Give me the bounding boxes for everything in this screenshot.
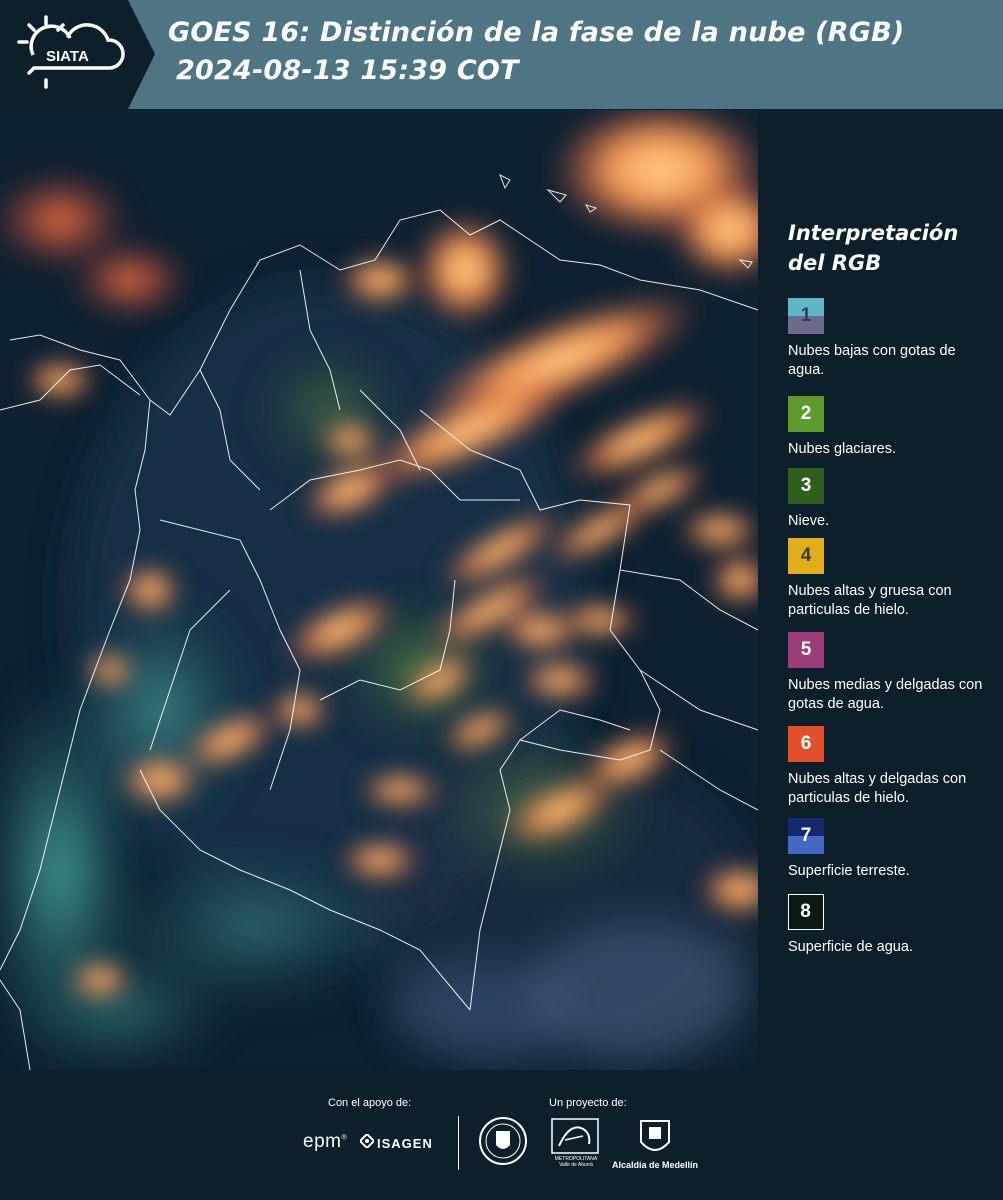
legend-title-line2: del RGB	[788, 251, 882, 275]
isagen-logo: ISAGEN	[358, 1132, 433, 1151]
legend-swatch-7: 7	[788, 818, 824, 854]
legend-label-6: Nubes altas y delgadas con particulas de…	[788, 771, 967, 806]
footer-divider	[458, 1116, 459, 1170]
legend-swatch-6: 6	[788, 726, 824, 762]
legend-label-2: Nubes glaciares.	[788, 441, 896, 457]
legend-label-3: Nieve.	[788, 513, 830, 529]
legend-item-4: 4 Nubes altas y gruesa con particulas de…	[788, 538, 988, 620]
legend-item-2: 2 Nubes glaciares.	[788, 396, 988, 459]
legend-title: Interpretación del RGB	[788, 218, 958, 278]
isagen-mark-icon	[358, 1132, 376, 1151]
legend-swatch-8: 8	[788, 894, 824, 930]
legend-swatch-4: 4	[788, 538, 824, 574]
legend-number-3: 3	[800, 475, 812, 496]
legend-number-4: 4	[800, 545, 812, 566]
legend-label-4: Nubes altas y gruesa con particulas de h…	[788, 583, 952, 618]
legend-item-8: 8 Superficie de agua.	[788, 894, 988, 957]
title-block: GOES 16: Distinción de la fase de la nub…	[168, 14, 904, 90]
siata-logo-text: SIATA	[46, 48, 89, 65]
legend-title-line1: Interpretación	[788, 221, 959, 245]
legend-item-6: 6 Nubes altas y delgadas con particulas …	[788, 726, 988, 808]
header-banner: SIATA GOES 16: Distinción de la fase de …	[0, 0, 1003, 109]
legend-number-1: 1	[800, 305, 812, 326]
legend-item-5: 5 Nubes medias y delgadas con gotas de a…	[788, 632, 988, 714]
project-label: Un proyecto de:	[549, 1097, 627, 1109]
legend-item-1: 1 Nubes bajas con gotas de agua.	[788, 298, 988, 380]
legend-number-8: 8	[800, 901, 811, 922]
legend-swatch-3: 3	[788, 468, 824, 504]
area-metropolitana-caption: METROPOLITANA Valle de Aburrá	[554, 1156, 598, 1168]
legend-swatch-1: 1	[788, 298, 824, 334]
legend-label-5: Nubes medias y delgadas con gotas de agu…	[788, 677, 983, 712]
legend-label-8: Superficie de agua.	[788, 939, 913, 955]
university-seal-icon	[478, 1115, 528, 1167]
epm-logo-text: epm	[303, 1131, 342, 1152]
legend-number-6: 6	[800, 733, 812, 754]
legend-item-3: 3 Nieve.	[788, 468, 988, 531]
legend-label-7: Superficie terreste.	[788, 863, 910, 879]
epm-logo: epm®	[303, 1131, 347, 1153]
legend-number-5: 5	[800, 639, 812, 660]
alcaldia-shield-icon	[638, 1118, 672, 1158]
page-title: GOES 16: Distinción de la fase de la nub…	[168, 17, 905, 48]
rgb-composite-image	[0, 110, 758, 1070]
footer: Con el apoyo de: Un proyecto de: epm® IS…	[0, 1070, 1003, 1200]
satellite-map	[0, 110, 758, 1070]
alcaldia-label: Alcaldía de Medellín	[612, 1160, 699, 1170]
support-label: Con el apoyo de:	[328, 1097, 412, 1109]
legend-swatch-2: 2	[788, 396, 824, 432]
legend-panel: Interpretación del RGB 1 Nubes bajas con…	[758, 110, 1003, 1070]
legend-item-7: 7 Superficie terreste.	[788, 818, 988, 881]
legend-number-7: 7	[800, 825, 812, 846]
siata-logo: SIATA	[0, 0, 155, 109]
legend-label-1: Nubes bajas con gotas de agua.	[788, 343, 956, 378]
image-datetime: 2024-08-13 15:39 COT	[176, 55, 519, 86]
legend-swatch-5: 5	[788, 632, 824, 668]
epm-registered-mark: ®	[341, 1134, 348, 1142]
legend-number-2: 2	[800, 403, 812, 424]
isagen-logo-text: ISAGEN	[377, 1136, 433, 1151]
